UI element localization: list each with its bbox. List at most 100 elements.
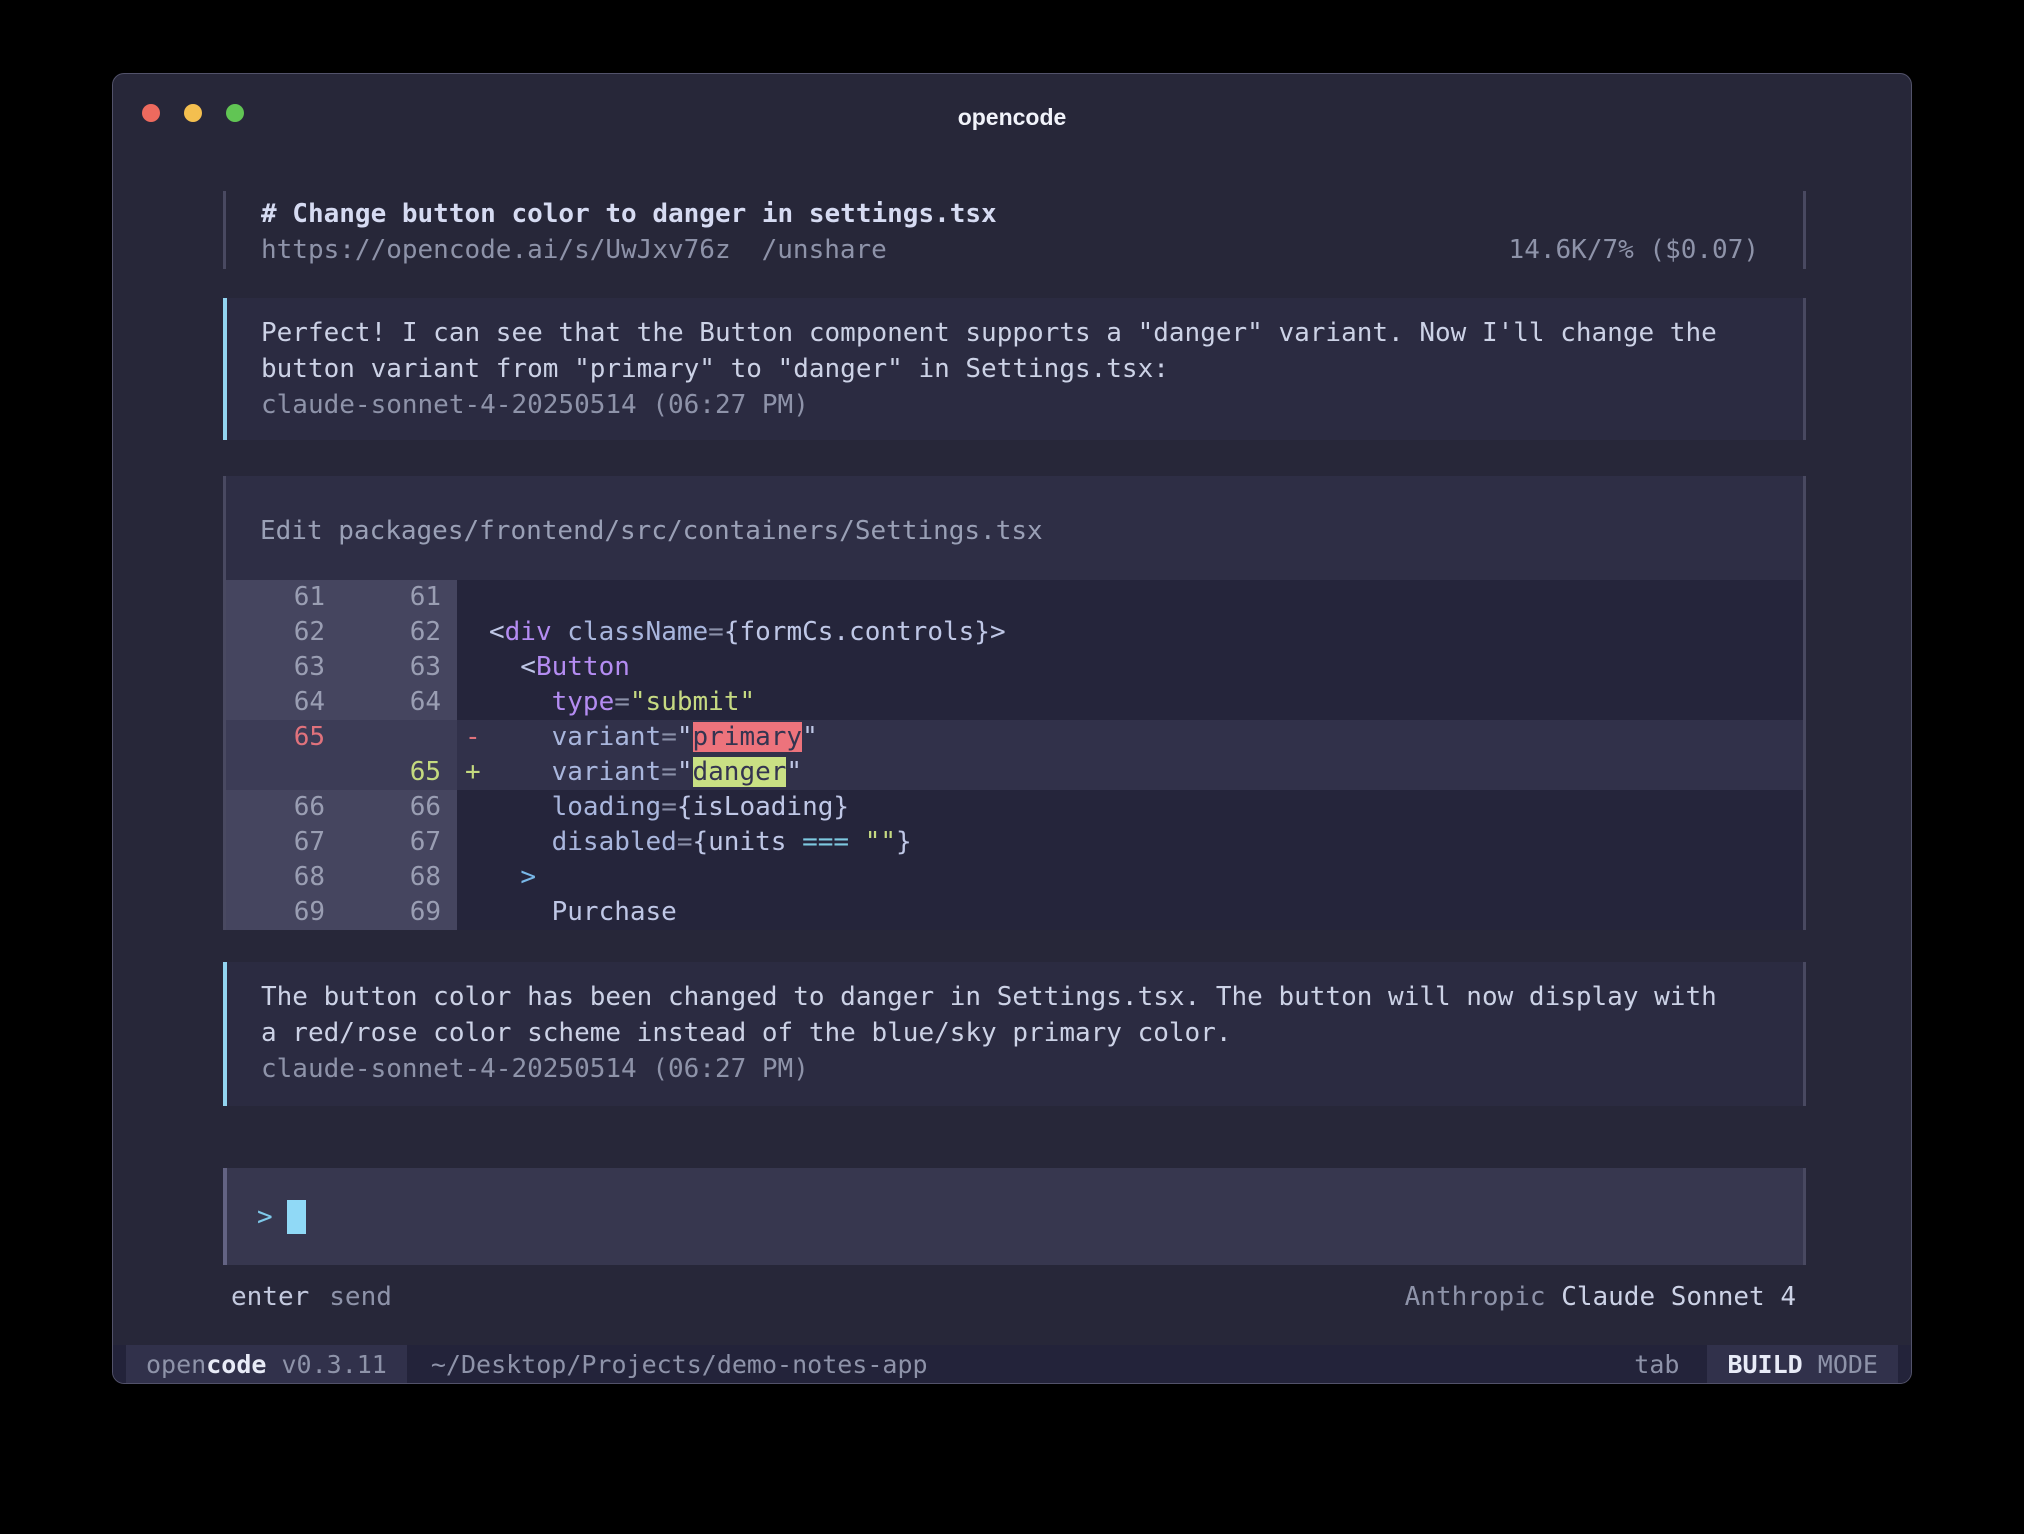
diff-change-sign	[457, 895, 489, 930]
code-token: "	[786, 757, 802, 787]
diff-row: 65+ variant="danger"	[226, 755, 1803, 790]
tab-key-hint: tab	[1634, 1345, 1679, 1383]
diff-code-line: disabled={units === ""}	[489, 825, 1803, 860]
edit-tool-header: Edit packages/frontend/src/containers/Se…	[226, 476, 1803, 549]
code-token	[849, 827, 865, 857]
token-usage: 14.6K/7% ($0.07)	[1509, 232, 1803, 268]
diff-code-line: <div className={formCs.controls}>	[489, 615, 1803, 650]
prompt-input[interactable]: >	[223, 1168, 1806, 1265]
code-token: >	[990, 617, 1006, 647]
enter-key-hint: enter	[231, 1279, 309, 1315]
model-indicator: Anthropic Claude Sonnet 4	[1405, 1279, 1796, 1315]
message-text: a red/rose color scheme instead of the b…	[261, 1015, 1803, 1051]
assistant-message: The button color has been changed to dan…	[223, 962, 1806, 1106]
diff-row: 6868 >	[226, 860, 1803, 895]
code-token: "	[677, 757, 693, 787]
diff-view: 61616262<div className={formCs.controls}…	[226, 580, 1803, 930]
status-bar: opencode v0.3.11 ~/Desktop/Projects/demo…	[113, 1345, 1911, 1383]
diff-new-lineno: 63	[341, 650, 457, 685]
code-token: variant	[489, 757, 661, 787]
diff-old-lineno: 66	[226, 790, 341, 825]
diff-code-line: >	[489, 860, 1803, 895]
diff-old-lineno: 63	[226, 650, 341, 685]
diff-code-line: loading={isLoading}	[489, 790, 1803, 825]
prompt-symbol: >	[257, 1199, 273, 1235]
diff-old-lineno: 62	[226, 615, 341, 650]
diff-old-lineno	[226, 755, 341, 790]
code-token: <	[489, 617, 505, 647]
diff-row: 6363 <Button	[226, 650, 1803, 685]
diff-change-sign	[457, 615, 489, 650]
diff-new-lineno	[341, 720, 457, 755]
mode-suffix: MODE	[1818, 1350, 1878, 1379]
diff-new-lineno: 67	[341, 825, 457, 860]
diff-new-lineno: 62	[341, 615, 457, 650]
unshare-command: /unshare	[762, 232, 887, 268]
diff-change-sign: -	[457, 720, 489, 755]
titlebar: opencode	[113, 74, 1911, 130]
app-window: opencode # Change button color to danger…	[112, 73, 1912, 1384]
code-token: {formCs.controls}	[724, 617, 990, 647]
code-token	[489, 687, 552, 717]
code-token: disabled	[489, 827, 677, 857]
diff-change-sign	[457, 650, 489, 685]
code-token: "submit"	[630, 687, 755, 717]
code-token: className	[567, 617, 708, 647]
diff-old-lineno: 69	[226, 895, 341, 930]
diff-change-sign	[457, 580, 489, 615]
diff-new-lineno: 65	[341, 755, 457, 790]
app-version: v0.3.11	[282, 1350, 387, 1379]
code-token: <	[489, 652, 536, 682]
working-directory: ~/Desktop/Projects/demo-notes-app	[431, 1345, 928, 1383]
code-token: >	[520, 862, 536, 892]
assistant-message: Perfect! I can see that the Button compo…	[223, 298, 1806, 440]
code-token: =	[614, 687, 630, 717]
diff-old-lineno: 65	[226, 720, 341, 755]
diff-code-line: Purchase	[489, 895, 1803, 930]
diff-row: 6969 Purchase	[226, 895, 1803, 930]
window-title: opencode	[113, 104, 1911, 131]
diff-code-line: type="submit"	[489, 685, 1803, 720]
model-name: Claude Sonnet 4	[1561, 1282, 1796, 1312]
session-header: # Change button color to danger in setti…	[223, 191, 1806, 269]
app-name-open: open	[146, 1350, 206, 1379]
send-hint-label: send	[329, 1279, 392, 1315]
diff-change-sign	[457, 685, 489, 720]
diff-row: 6262 <div className={formCs.controls}>	[226, 615, 1803, 650]
message-meta: claude-sonnet-4-20250514 (06:27 PM)	[261, 1051, 1803, 1087]
edit-tool-card: Edit packages/frontend/src/containers/Se…	[223, 476, 1806, 930]
code-token: =	[708, 617, 724, 647]
code-token: =	[677, 827, 693, 857]
code-token: loading	[489, 792, 661, 822]
code-token: =	[661, 792, 677, 822]
code-token: primary	[693, 722, 803, 752]
diff-new-lineno: 66	[341, 790, 457, 825]
app-version-segment: opencode v0.3.11	[126, 1345, 407, 1383]
diff-row: 6464 type="submit"	[226, 685, 1803, 720]
code-token: =	[661, 722, 677, 752]
diff-change-sign	[457, 825, 489, 860]
code-token: type	[552, 687, 615, 717]
message-meta: claude-sonnet-4-20250514 (06:27 PM)	[261, 387, 1803, 423]
diff-code-line: variant="primary"	[489, 720, 1803, 755]
mode-segment[interactable]: BUILD MODE	[1707, 1345, 1898, 1383]
code-token: "	[802, 722, 818, 752]
code-token: Purchase	[489, 897, 677, 927]
message-text: button variant from "primary" to "danger…	[261, 351, 1803, 387]
diff-new-lineno: 69	[341, 895, 457, 930]
hint-row: enter send Anthropic Claude Sonnet 4	[223, 1279, 1806, 1315]
diff-change-sign: +	[457, 755, 489, 790]
desktop: opencode # Change button color to danger…	[0, 0, 2024, 1534]
code-token: "	[677, 722, 693, 752]
diff-row: 6767 disabled={units === ""}	[226, 825, 1803, 860]
code-token: danger	[693, 757, 787, 787]
code-token: ===	[802, 827, 849, 857]
share-url[interactable]: https://opencode.ai/s/UwJxv76z	[261, 232, 731, 268]
code-token: {units	[693, 827, 803, 857]
diff-old-lineno: 64	[226, 685, 341, 720]
diff-old-lineno: 67	[226, 825, 341, 860]
app-name-code: code	[206, 1350, 266, 1379]
diff-code-line	[489, 580, 1803, 615]
code-token: }	[896, 827, 912, 857]
model-provider: Anthropic	[1405, 1282, 1546, 1312]
